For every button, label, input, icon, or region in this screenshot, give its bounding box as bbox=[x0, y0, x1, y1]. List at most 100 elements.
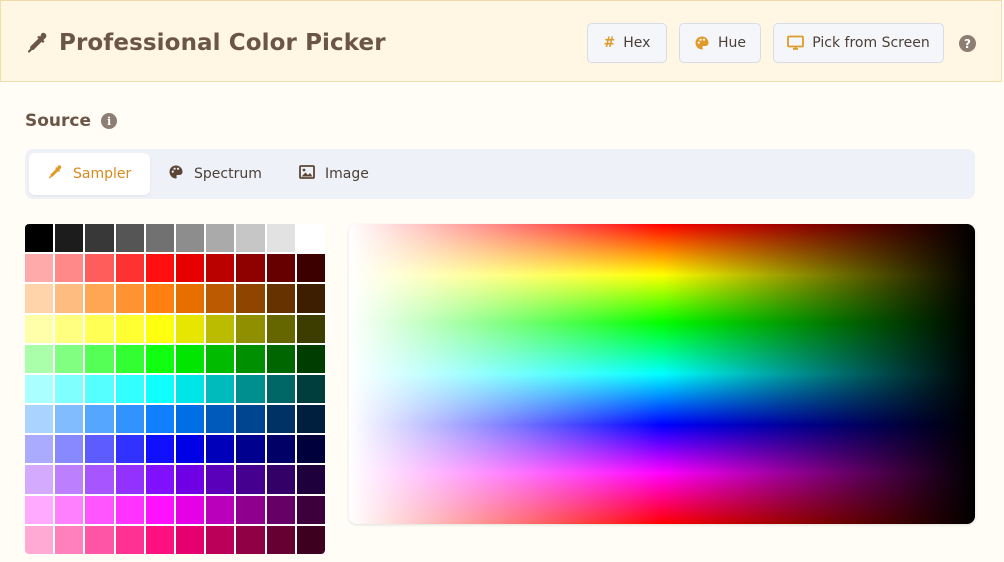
tab-image[interactable]: Image bbox=[281, 153, 387, 195]
color-swatch[interactable] bbox=[25, 224, 54, 253]
color-swatch[interactable] bbox=[85, 465, 114, 494]
color-swatch[interactable] bbox=[296, 465, 325, 494]
color-swatch[interactable] bbox=[176, 284, 205, 313]
color-swatch[interactable] bbox=[266, 405, 295, 434]
color-swatch[interactable] bbox=[25, 465, 54, 494]
color-swatch[interactable] bbox=[176, 495, 205, 524]
color-swatch[interactable] bbox=[296, 405, 325, 434]
color-swatch[interactable] bbox=[115, 344, 144, 373]
color-swatch[interactable] bbox=[55, 224, 84, 253]
color-swatch[interactable] bbox=[115, 435, 144, 464]
color-swatch[interactable] bbox=[145, 224, 174, 253]
color-swatch[interactable] bbox=[236, 314, 265, 343]
color-swatch[interactable] bbox=[296, 374, 325, 404]
color-swatch[interactable] bbox=[236, 254, 265, 283]
color-swatch[interactable] bbox=[115, 525, 144, 554]
color-swatch[interactable] bbox=[206, 465, 235, 494]
color-swatch[interactable] bbox=[206, 525, 235, 554]
color-swatch[interactable] bbox=[145, 495, 174, 524]
color-swatch[interactable] bbox=[206, 254, 235, 283]
color-swatch[interactable] bbox=[236, 224, 265, 253]
color-swatch[interactable] bbox=[145, 314, 174, 343]
color-swatch[interactable] bbox=[176, 525, 205, 554]
color-swatch[interactable] bbox=[55, 495, 84, 524]
color-swatch[interactable] bbox=[145, 254, 174, 283]
color-swatch[interactable] bbox=[236, 435, 265, 464]
color-spectrum[interactable] bbox=[349, 224, 975, 524]
color-swatch[interactable] bbox=[25, 374, 54, 404]
color-swatch[interactable] bbox=[55, 314, 84, 343]
color-swatch[interactable] bbox=[115, 465, 144, 494]
color-swatch[interactable] bbox=[266, 465, 295, 494]
color-swatch[interactable] bbox=[206, 344, 235, 373]
color-swatch[interactable] bbox=[85, 344, 114, 373]
color-swatch[interactable] bbox=[85, 405, 114, 434]
color-swatch[interactable] bbox=[266, 224, 295, 253]
color-swatch[interactable] bbox=[115, 314, 144, 343]
hue-button[interactable]: Hue bbox=[679, 23, 761, 63]
color-swatch[interactable] bbox=[296, 495, 325, 524]
color-swatch[interactable] bbox=[25, 344, 54, 373]
color-swatch[interactable] bbox=[145, 405, 174, 434]
color-swatch[interactable] bbox=[296, 224, 325, 253]
color-swatch[interactable] bbox=[206, 495, 235, 524]
color-swatch[interactable] bbox=[145, 344, 174, 373]
color-swatch[interactable] bbox=[25, 254, 54, 283]
color-swatch[interactable] bbox=[266, 435, 295, 464]
color-swatch[interactable] bbox=[176, 374, 205, 404]
color-swatch[interactable] bbox=[296, 435, 325, 464]
color-swatch[interactable] bbox=[145, 284, 174, 313]
color-swatch[interactable] bbox=[25, 314, 54, 343]
color-swatch[interactable] bbox=[236, 525, 265, 554]
color-swatch[interactable] bbox=[236, 465, 265, 494]
color-swatch[interactable] bbox=[55, 374, 84, 404]
color-swatch[interactable] bbox=[55, 405, 84, 434]
color-swatch[interactable] bbox=[145, 465, 174, 494]
color-swatch[interactable] bbox=[25, 525, 54, 554]
help-icon[interactable]: ? bbox=[959, 35, 976, 52]
color-swatch[interactable] bbox=[145, 435, 174, 464]
color-swatch[interactable] bbox=[236, 495, 265, 524]
color-swatch[interactable] bbox=[296, 284, 325, 313]
color-swatch[interactable] bbox=[55, 254, 84, 283]
color-swatch[interactable] bbox=[85, 495, 114, 524]
color-swatch[interactable] bbox=[266, 525, 295, 554]
color-swatch[interactable] bbox=[85, 435, 114, 464]
color-swatch[interactable] bbox=[85, 374, 114, 404]
color-swatch[interactable] bbox=[176, 465, 205, 494]
color-swatch[interactable] bbox=[55, 525, 84, 554]
color-swatch[interactable] bbox=[115, 495, 144, 524]
color-swatch[interactable] bbox=[55, 284, 84, 313]
color-swatch[interactable] bbox=[55, 344, 84, 373]
color-swatch[interactable] bbox=[176, 405, 205, 434]
color-swatch[interactable] bbox=[206, 374, 235, 404]
color-swatch[interactable] bbox=[115, 374, 144, 404]
color-swatch[interactable] bbox=[206, 224, 235, 253]
color-swatch[interactable] bbox=[296, 525, 325, 554]
tab-spectrum[interactable]: Spectrum bbox=[150, 153, 280, 195]
color-swatch[interactable] bbox=[236, 405, 265, 434]
pick-from-screen-button[interactable]: Pick from Screen bbox=[773, 23, 944, 63]
color-swatch[interactable] bbox=[85, 314, 114, 343]
color-swatch[interactable] bbox=[296, 344, 325, 373]
color-swatch[interactable] bbox=[176, 314, 205, 343]
color-swatch[interactable] bbox=[176, 435, 205, 464]
color-swatch[interactable] bbox=[176, 224, 205, 253]
color-swatch[interactable] bbox=[25, 405, 54, 434]
color-swatch[interactable] bbox=[266, 314, 295, 343]
color-swatch[interactable] bbox=[115, 284, 144, 313]
color-swatch[interactable] bbox=[115, 254, 144, 283]
color-swatch[interactable] bbox=[55, 465, 84, 494]
color-swatch[interactable] bbox=[266, 374, 295, 404]
color-swatch[interactable] bbox=[85, 525, 114, 554]
color-swatch[interactable] bbox=[206, 314, 235, 343]
color-swatch[interactable] bbox=[266, 254, 295, 283]
color-swatch[interactable] bbox=[85, 254, 114, 283]
color-swatch[interactable] bbox=[176, 344, 205, 373]
color-swatch[interactable] bbox=[145, 374, 174, 404]
color-swatch[interactable] bbox=[145, 525, 174, 554]
color-swatch[interactable] bbox=[206, 284, 235, 313]
color-swatch[interactable] bbox=[25, 435, 54, 464]
color-swatch[interactable] bbox=[85, 224, 114, 253]
color-swatch[interactable] bbox=[25, 495, 54, 524]
